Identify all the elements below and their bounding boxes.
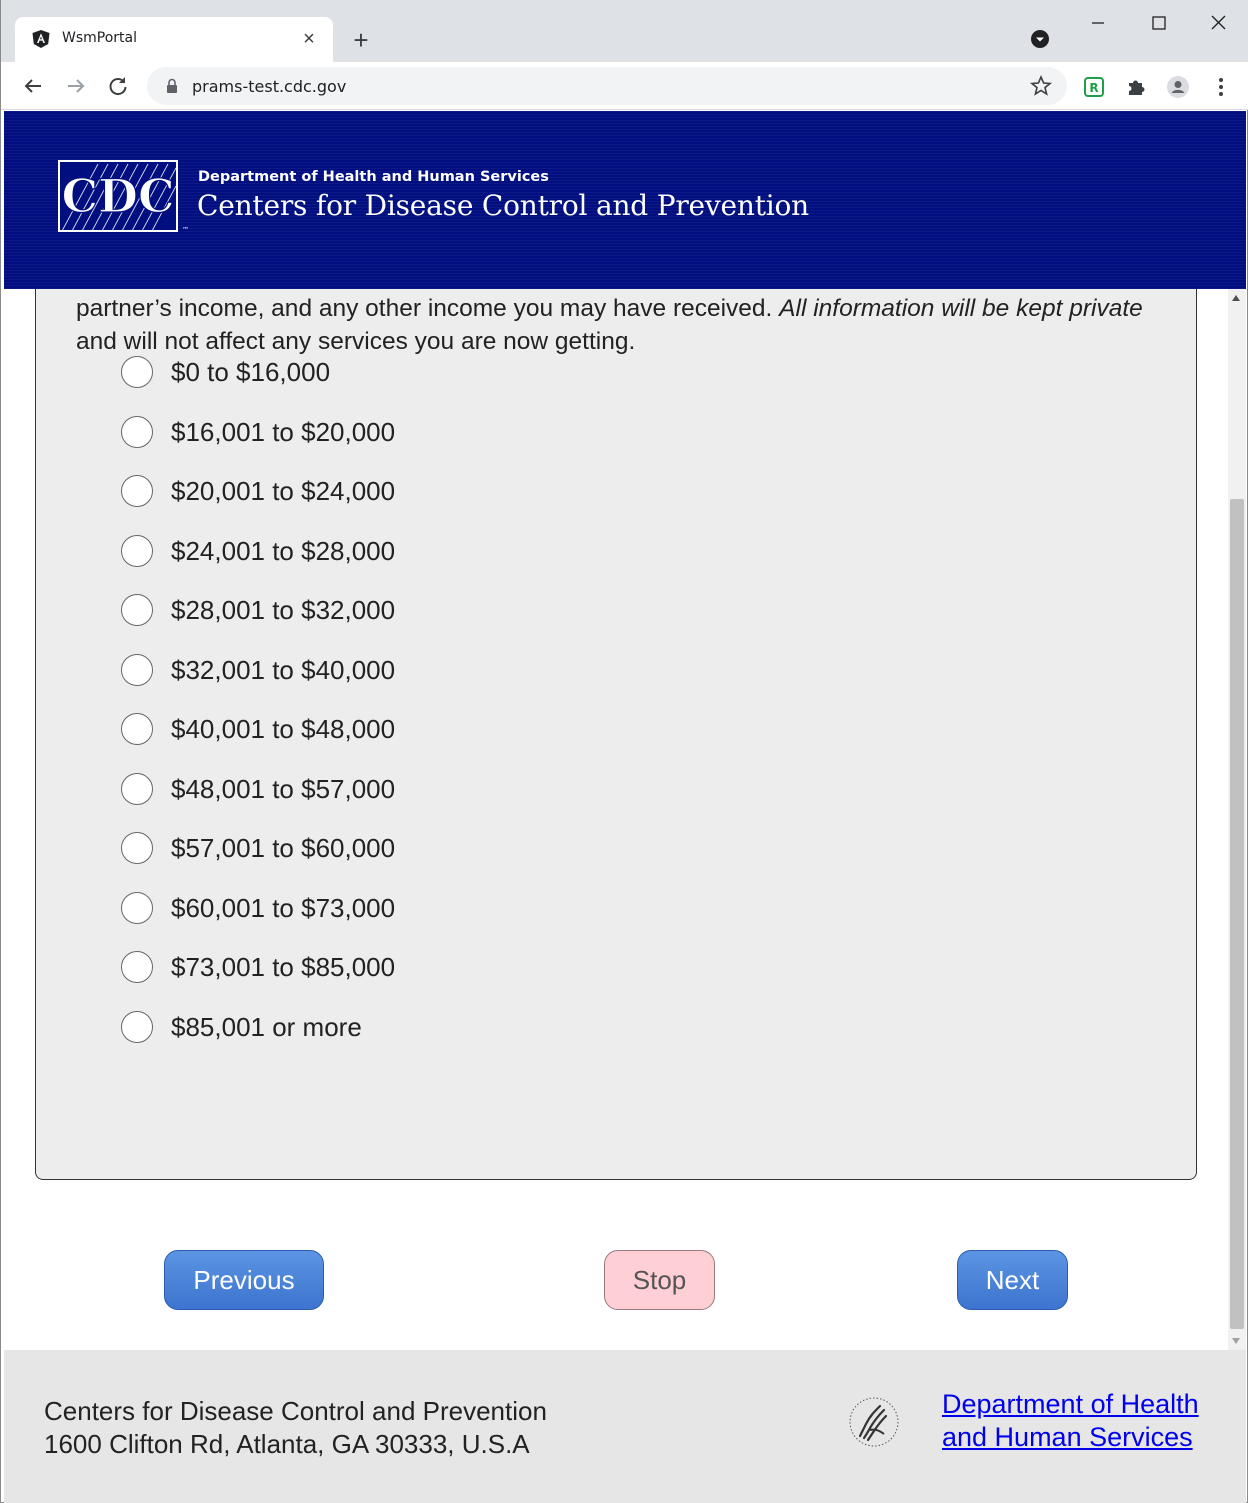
scroll-down-arrow-icon[interactable] [1232, 1338, 1240, 1344]
question-card: partner’s income, and any other income y… [35, 289, 1197, 1180]
radio-button[interactable] [121, 772, 153, 805]
svg-text:™: ™ [182, 226, 189, 234]
option-label[interactable]: $73,001 to $85,000 [171, 952, 395, 983]
stop-button[interactable]: Stop [604, 1250, 715, 1310]
option-label[interactable]: $48,001 to $57,000 [171, 774, 395, 805]
minimize-icon[interactable] [1083, 8, 1113, 38]
radio-button[interactable] [121, 594, 153, 626]
option-label[interactable]: $0 to $16,000 [171, 357, 330, 388]
svg-text:R: R [1089, 81, 1098, 95]
new-tab-button[interactable]: + [346, 26, 376, 56]
question-text-part2: and will not affect any services you are… [76, 328, 636, 355]
svg-text:CDC: CDC [61, 169, 174, 223]
question-text: partner’s income, and any other income y… [76, 292, 1166, 358]
star-icon[interactable] [1029, 74, 1053, 98]
footer-address: Centers for Disease Control and Preventi… [44, 1395, 547, 1461]
hhs-eagle-icon [849, 1397, 899, 1447]
department-name: Department of Health and Human Services [198, 169, 549, 185]
forward-arrow-icon[interactable] [62, 72, 90, 100]
option-label[interactable]: $57,001 to $60,000 [171, 833, 395, 864]
reload-icon[interactable] [104, 72, 132, 100]
radio-button[interactable] [121, 891, 153, 924]
income-option[interactable]: $16,001 to $20,000 [121, 412, 621, 452]
footer-street-address: 1600 Clifton Rd, Atlanta, GA 30333, U.S.… [44, 1429, 530, 1459]
address-bar[interactable]: prams-test.cdc.gov [147, 67, 1067, 105]
income-option[interactable]: $40,001 to $48,000 [121, 709, 621, 749]
kebab-menu-icon[interactable] [1209, 75, 1233, 99]
radio-button[interactable] [121, 1010, 153, 1043]
radio-button[interactable] [121, 356, 153, 388]
option-label[interactable]: $20,001 to $24,000 [171, 476, 395, 507]
previous-button[interactable]: Previous [164, 1250, 324, 1310]
window-close-icon[interactable] [1204, 8, 1234, 38]
footer-org-name: Centers for Disease Control and Preventi… [44, 1396, 547, 1426]
hhs-link-line2[interactable]: and Human Services [942, 1421, 1199, 1454]
option-label[interactable]: $28,001 to $32,000 [171, 595, 395, 626]
option-label[interactable]: $85,001 or more [171, 1012, 362, 1043]
income-option[interactable]: $48,001 to $57,000 [121, 769, 621, 809]
page-footer: Centers for Disease Control and Preventi… [4, 1350, 1246, 1503]
profile-dot-icon[interactable] [1030, 29, 1050, 49]
lock-icon[interactable] [165, 78, 179, 94]
option-label[interactable]: $16,001 to $20,000 [171, 417, 395, 448]
option-label[interactable]: $32,001 to $40,000 [171, 655, 395, 686]
scroll-up-arrow-icon[interactable] [1232, 295, 1240, 301]
income-option[interactable]: $32,001 to $40,000 [121, 650, 621, 690]
question-text-italic: All information will be kept private [779, 295, 1143, 322]
option-label[interactable]: $60,001 to $73,000 [171, 893, 395, 924]
extension-r-icon[interactable]: R [1082, 75, 1106, 99]
maximize-icon[interactable] [1144, 8, 1174, 38]
cdc-header: CDC ™ Department of Health and Human Ser… [4, 111, 1246, 289]
radio-button[interactable] [121, 415, 153, 448]
income-option[interactable]: $85,001 or more [121, 1007, 621, 1047]
tab-strip: WsmPortal × + [1, 0, 1248, 62]
option-label[interactable]: $24,001 to $28,000 [171, 536, 395, 567]
browser-toolbar: prams-test.cdc.gov R [1, 62, 1248, 110]
tab-close-icon[interactable]: × [297, 27, 321, 51]
radio-button[interactable] [121, 534, 153, 567]
income-option[interactable]: $20,001 to $24,000 [121, 471, 621, 511]
account-icon[interactable] [1166, 75, 1190, 99]
radio-button[interactable] [121, 713, 153, 745]
hhs-link-line1[interactable]: Department of Health [942, 1388, 1199, 1421]
puzzle-icon[interactable] [1124, 75, 1148, 99]
income-option[interactable]: $57,001 to $60,000 [121, 828, 621, 868]
scroll-thumb[interactable] [1230, 499, 1244, 1329]
url-text[interactable]: prams-test.cdc.gov [192, 77, 346, 96]
browser-window: WsmPortal × + prams-test.cdc.gov R CDC ™… [0, 0, 1248, 1503]
income-option[interactable]: $24,001 to $28,000 [121, 531, 621, 571]
browser-tab[interactable]: WsmPortal × [15, 17, 333, 62]
income-option[interactable]: $28,001 to $32,000 [121, 590, 621, 630]
angular-favicon-icon [32, 30, 50, 48]
income-option[interactable]: $0 to $16,000 [121, 352, 621, 392]
question-text-part1: partner’s income, and any other income y… [76, 295, 780, 322]
agency-name: Centers for Disease Control and Preventi… [197, 189, 810, 222]
radio-button[interactable] [121, 951, 153, 983]
radio-button[interactable] [121, 832, 153, 864]
survey-content: partner’s income, and any other income y… [4, 289, 1228, 1350]
hhs-link[interactable]: Department of Health and Human Services [942, 1388, 1199, 1454]
vertical-scrollbar[interactable] [1228, 289, 1246, 1350]
option-label[interactable]: $40,001 to $48,000 [171, 714, 395, 745]
radio-button[interactable] [121, 653, 153, 686]
income-option[interactable]: $73,001 to $85,000 [121, 947, 621, 987]
cdc-logo[interactable]: CDC ™ [58, 160, 190, 235]
radio-button[interactable] [121, 475, 153, 507]
next-button[interactable]: Next [957, 1250, 1068, 1310]
back-arrow-icon[interactable] [19, 72, 47, 100]
income-option[interactable]: $60,001 to $73,000 [121, 888, 621, 928]
tab-title: WsmPortal [62, 30, 137, 46]
